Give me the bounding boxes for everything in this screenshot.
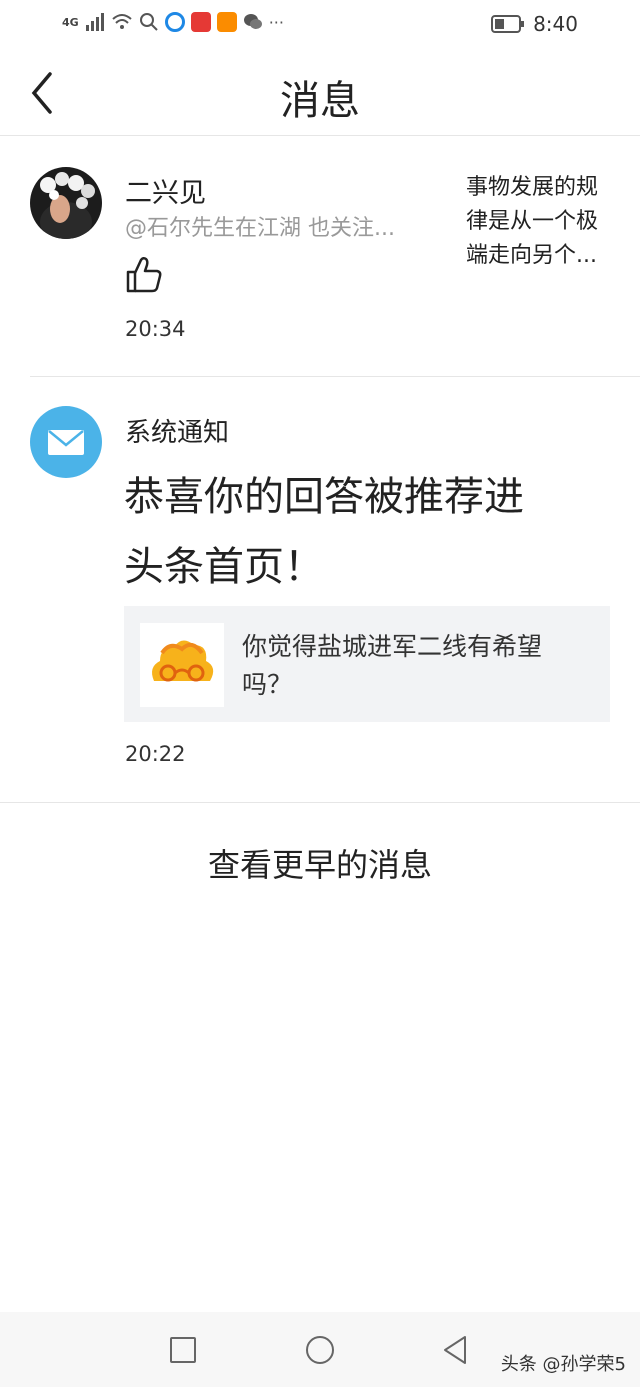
message-time: 20:34 [125,317,186,341]
watermark-text: 头条 @孙学荣5 [500,1354,626,1375]
user-name[interactable]: 二兴见 [125,171,206,210]
divider [30,376,640,377]
circle-icon [306,1336,334,1364]
question-thumbnail [140,623,224,707]
question-text: 你觉得盐城进军二线有希望 吗？ [242,628,592,704]
headline-line: 头条首页！ [124,544,324,590]
auspicious-cloud-icon [152,640,214,682]
more-icon: ··· [268,12,284,32]
status-bar: 4G ··· 8:40 [0,0,640,50]
wechat-icon [243,14,262,29]
message-snippet: 事物发展的规 律是从一个极 端走向另个... [466,171,616,273]
avatar-image [30,167,102,239]
home-button[interactable] [302,1332,338,1368]
snippet-line: 律是从一个极 [466,209,599,234]
status-icons-right: 8:40 [491,12,578,36]
headline-line: 恭喜你的回答被推荐进 [124,474,524,520]
status-time: 8:40 [533,12,578,36]
battery-icon [491,15,525,33]
message-time: 20:22 [125,742,186,766]
sender-name: 系统通知 [125,418,230,448]
status-icons-left: 4G ··· [62,12,284,32]
app-icon [164,12,185,32]
question-line: 吗？ [242,670,293,699]
divider [0,802,640,803]
signal-icon [85,13,104,31]
message-item[interactable]: 系统通知 恭喜你的回答被推荐进 头条首页！ 你觉得盐城进军二线有希望 吗？ 20… [0,378,640,802]
system-nav-bar: 头条 @孙学荣5 [0,1312,640,1387]
snippet-line: 事物发展的规 [466,175,599,200]
app-icon [190,12,211,32]
page-title: 消息 [280,78,360,124]
recent-apps-button[interactable] [165,1332,201,1368]
snippet-line: 端走向另个... [466,243,597,268]
wifi-icon [112,14,132,29]
video-icon [216,12,237,32]
square-icon [170,1337,196,1363]
mail-icon [48,430,84,455]
view-earlier-messages-button[interactable]: 查看更早的消息 [0,840,640,886]
system-back-button[interactable] [438,1332,474,1368]
quoted-question-card[interactable]: 你觉得盐城进军二线有希望 吗？ [124,606,610,722]
thumbs-up-icon [124,255,164,295]
triangle-back-icon [444,1336,466,1364]
system-notice-avatar [30,406,102,478]
question-line: 你觉得盐城进军二线有希望 [242,632,543,661]
mention-text: @石尔先生在江湖 也关注... [125,216,395,241]
message-item[interactable]: 二兴见 @石尔先生在江湖 也关注... 20:34 事物发展的规 律是从一个极 … [0,137,640,377]
header: 消息 [0,50,640,136]
search-icon [139,13,158,31]
network-label: 4G [62,15,79,29]
notice-headline: 恭喜你的回答被推荐进 头条首页！ [124,462,594,602]
avatar[interactable] [30,167,102,239]
